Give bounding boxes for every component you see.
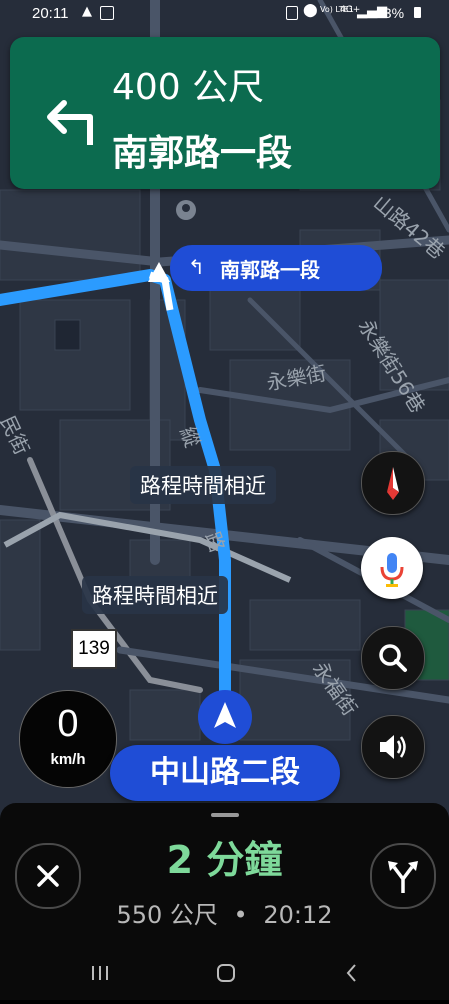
current-street-pill: 中山路二段 xyxy=(110,745,340,801)
image-notification-icon xyxy=(100,6,114,20)
voice-button[interactable] xyxy=(361,537,423,599)
battery-icon xyxy=(414,7,421,18)
route-split-icon xyxy=(388,861,418,893)
status-time: 20:11 xyxy=(32,5,69,22)
remaining-distance: 550 公尺 xyxy=(116,901,218,929)
close-icon xyxy=(37,865,59,887)
turn-left-small-icon: ↰ xyxy=(188,255,205,279)
search-icon xyxy=(379,644,407,672)
battery-percent: 93% xyxy=(376,5,405,21)
speed-value: 0 xyxy=(57,703,79,745)
separator-dot: • xyxy=(233,901,248,929)
turn-callout-label: 南郭路一段 xyxy=(220,258,320,282)
compass-button[interactable] xyxy=(361,451,425,515)
navigation-status-icon: ▲ xyxy=(82,4,92,19)
arrival-time: 20:12 xyxy=(263,901,333,929)
alt-route-label[interactable]: 路程時間相近 xyxy=(130,466,276,504)
speaker-icon xyxy=(380,735,406,759)
alternate-routes-button[interactable] xyxy=(370,843,436,909)
mic-icon xyxy=(380,553,404,587)
speedometer: 0 km/h xyxy=(19,690,117,788)
turn-left-arrow-icon xyxy=(47,100,93,145)
speed-unit: km/h xyxy=(50,751,86,768)
exit-navigation-button[interactable] xyxy=(15,843,81,909)
turn-callout: ↰ 南郭路一段 xyxy=(170,245,382,291)
alarm-icon xyxy=(286,6,298,20)
sound-button[interactable] xyxy=(361,715,425,779)
status-bar: 20:11 ▲ ⬤ Vo) LTE1 4G+ ▂▄▆ 93% xyxy=(0,0,449,30)
system-navigation-bar xyxy=(0,948,449,1000)
location-icon: ⬤ xyxy=(303,3,318,18)
turn-street-name: 南郭路一段 xyxy=(112,133,293,174)
back-icon[interactable] xyxy=(346,964,356,982)
turn-distance: 400 公尺 xyxy=(112,67,265,108)
search-button[interactable] xyxy=(361,626,425,690)
compass-icon xyxy=(387,467,399,500)
route-shield: 139 xyxy=(71,629,117,669)
alt-route-label-2[interactable]: 路程時間相近 xyxy=(82,576,228,614)
trip-summary-sheet[interactable]: 2 分鐘 550 公尺 • 20:12 xyxy=(0,803,449,1000)
sheet-handle[interactable] xyxy=(211,813,239,817)
recents-icon[interactable] xyxy=(92,966,108,980)
home-icon[interactable] xyxy=(217,964,235,982)
